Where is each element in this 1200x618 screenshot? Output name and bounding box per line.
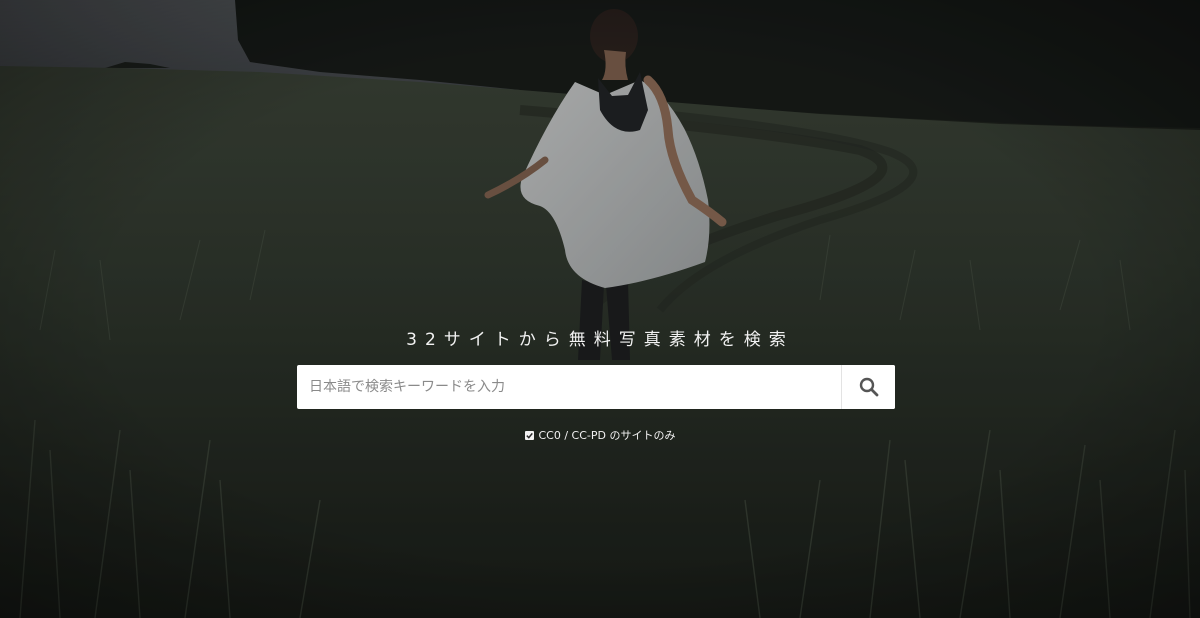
dark-overlay: [0, 0, 1200, 618]
search-icon: [859, 377, 878, 397]
hero-headline: 32サイトから無料写真素材を検索: [406, 330, 794, 350]
hero-section: 32サイトから無料写真素材を検索 CC0 / CC-PD のサイトのみ: [0, 0, 1200, 618]
cc-filter[interactable]: CC0 / CC-PD のサイトのみ: [0, 427, 1200, 443]
search-input[interactable]: [297, 365, 841, 409]
checkmark-icon: [525, 432, 533, 439]
cc-filter-checkbox[interactable]: [524, 430, 534, 440]
search-bar: [297, 365, 895, 409]
search-button[interactable]: [841, 365, 895, 409]
cc-filter-label: CC0 / CC-PD のサイトのみ: [538, 429, 676, 442]
